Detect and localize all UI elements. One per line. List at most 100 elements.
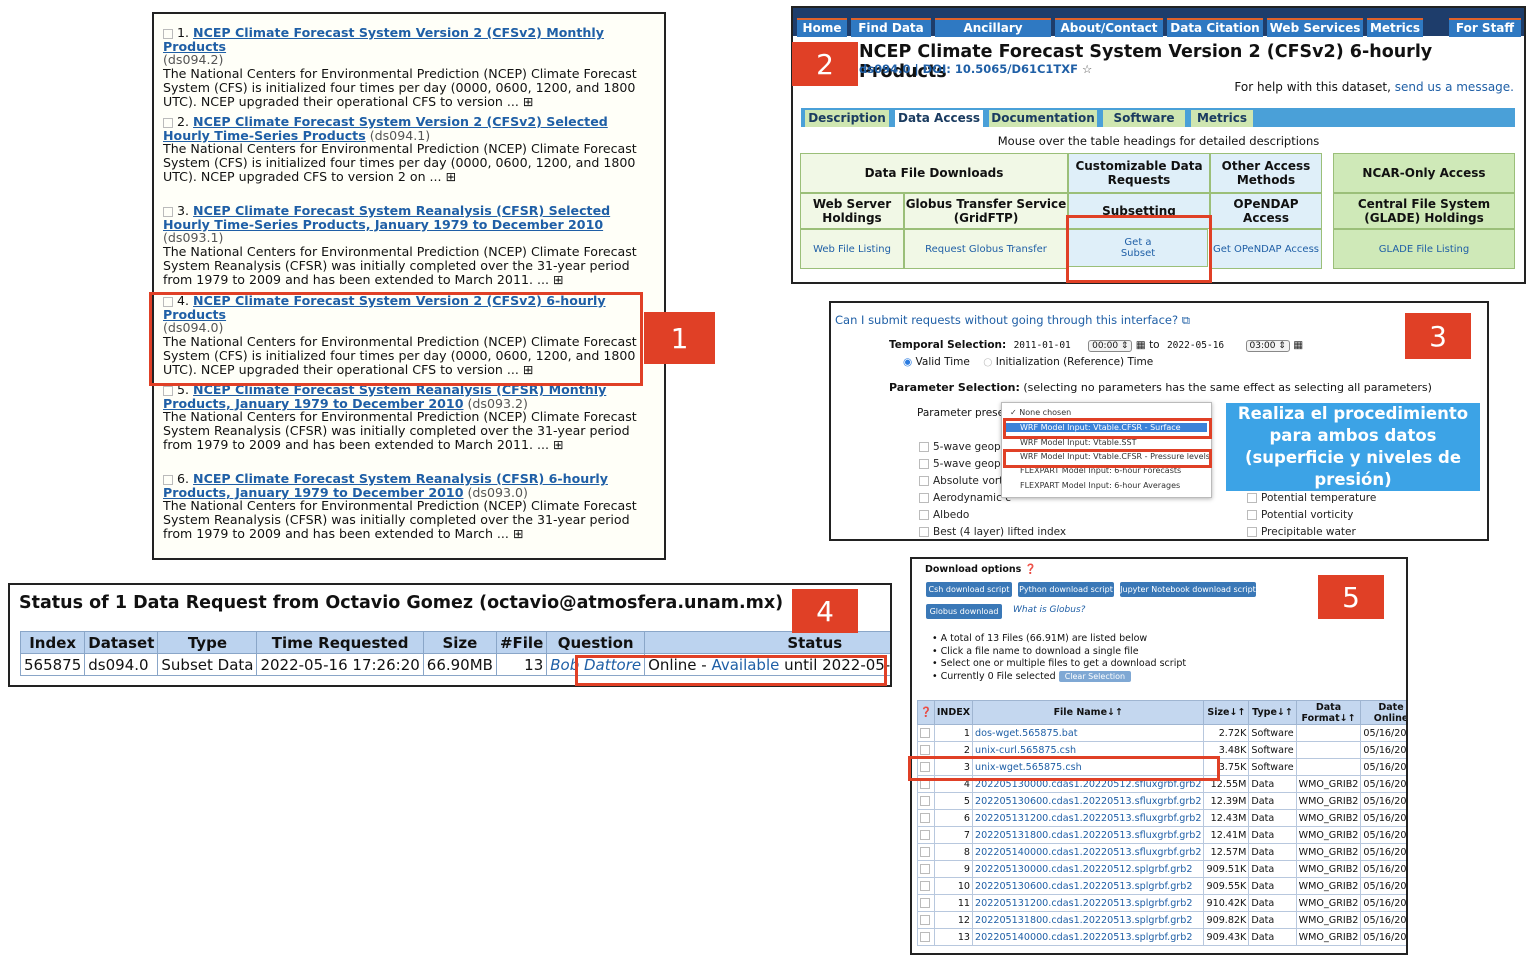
send-message-link[interactable]: send us a message.	[1395, 80, 1514, 94]
param-option[interactable]: Potential vorticity	[1247, 507, 1376, 524]
tab-software[interactable]: Software	[1103, 110, 1185, 127]
request-globus-link[interactable]: Request Globus Transfer	[904, 229, 1068, 269]
dropdown-option-flexpart-averages[interactable]: FLEXPART Model Input: 6-hour Averages	[1020, 481, 1180, 490]
row-checkbox[interactable]	[917, 860, 935, 878]
web-file-listing-link[interactable]: Web File Listing	[800, 229, 904, 269]
col-type[interactable]: Type	[157, 631, 258, 654]
col-index[interactable]: Index	[19, 631, 86, 654]
result-checkbox[interactable]	[163, 385, 173, 396]
nav-find-data[interactable]: Find Data	[851, 18, 931, 37]
time-to-select[interactable]: 03:00 ⇕	[1245, 340, 1290, 352]
tab-metrics[interactable]: Metrics	[1191, 110, 1253, 127]
nav-for-staff[interactable]: For Staff	[1449, 18, 1521, 37]
col-question[interactable]: Question	[546, 631, 646, 654]
nav-citation[interactable]: Data Citation	[1167, 18, 1263, 37]
jupyter-script-button[interactable]: Jupyter Notebook download script	[1120, 582, 1256, 597]
nav-home[interactable]: Home	[797, 18, 847, 37]
help-icon[interactable]: ❓	[1025, 564, 1037, 575]
row-checkbox[interactable]	[917, 894, 935, 912]
file-name-link[interactable]: 202205131200.cdas1.20220513.sfluxgrbf.gr…	[972, 809, 1205, 827]
col-index[interactable]: INDEX	[933, 700, 974, 725]
result-title-link[interactable]: NCEP Climate Forecast System Reanalysis …	[163, 203, 610, 232]
cell-index: 13	[933, 928, 974, 946]
tab-description[interactable]: Description	[805, 110, 889, 127]
what-is-globus-link[interactable]: What is Globus?	[1013, 605, 1085, 615]
param-option[interactable]: Precipitable water	[1247, 524, 1376, 539]
star-icon[interactable]: ☆	[1082, 62, 1092, 76]
row-checkbox[interactable]	[917, 928, 935, 946]
radio-init-time[interactable]: ○	[983, 356, 992, 368]
row-checkbox[interactable]	[917, 792, 935, 810]
group-ncar-only: NCAR-Only Access	[1333, 153, 1515, 193]
col-date[interactable]: Date Online	[1360, 700, 1406, 725]
param-option[interactable]: Albedo	[919, 507, 1066, 524]
globus-download-button[interactable]: Globus download	[926, 604, 1002, 619]
col-size[interactable]: Size↓↑	[1203, 700, 1250, 725]
result-checkbox[interactable]	[163, 206, 173, 217]
python-script-button[interactable]: Python download script	[1018, 582, 1114, 597]
col-format[interactable]: Data Format↓↑	[1295, 700, 1362, 725]
col-dataset[interactable]: Dataset	[84, 631, 159, 654]
col-size[interactable]: Size	[422, 631, 497, 654]
date-from-input[interactable]: 2011-01-01	[1014, 340, 1071, 351]
select-all-checkbox[interactable]: ❓	[917, 700, 935, 725]
col-status[interactable]: Status	[644, 631, 890, 654]
time-from-select[interactable]: 00:00 ⇕	[1088, 340, 1133, 352]
row-checkbox[interactable]	[917, 724, 935, 742]
clear-selection-button[interactable]: Clear Selection	[1058, 670, 1132, 682]
result-title-link[interactable]: NCEP Climate Forecast System Reanalysis …	[163, 471, 608, 500]
expand-icon[interactable]: ⊞	[446, 169, 457, 184]
row-checkbox[interactable]	[917, 911, 935, 929]
dropdown-option-none[interactable]: ✓ None chosen	[1010, 408, 1071, 417]
result-title-link[interactable]: NCEP Climate Forecast System Reanalysis …	[163, 382, 606, 411]
csh-script-button[interactable]: Csh download script	[926, 582, 1012, 597]
expand-icon[interactable]: ⊞	[553, 437, 564, 452]
col-file-name[interactable]: File Name↓↑	[972, 700, 1205, 725]
table-header-row: Index Dataset Type Time Requested Size #…	[19, 631, 890, 654]
file-name-link[interactable]: 202205140000.cdas1.20220513.sfluxgrbf.gr…	[972, 843, 1205, 861]
nav-web-services[interactable]: Web Services	[1267, 18, 1363, 37]
result-checkbox[interactable]	[163, 28, 173, 39]
file-name-link[interactable]: 202205140000.cdas1.20220513.splgrbf.grb2	[972, 928, 1205, 946]
file-name-link[interactable]: 202205130000.cdas1.20220512.splgrbf.grb2	[972, 860, 1205, 878]
col-files[interactable]: #File	[495, 631, 548, 654]
cell-date: 05/16/2022	[1360, 843, 1406, 861]
cell-date: 05/16/2022	[1360, 792, 1406, 810]
param-option[interactable]: Potential temperature	[1247, 490, 1376, 507]
file-name-link[interactable]: 202205131800.cdas1.20220513.sfluxgrbf.gr…	[972, 826, 1205, 844]
table-row: 9 202205130000.cdas1.20220512.splgrbf.grb…	[917, 860, 1406, 878]
col-type[interactable]: Type↓↑	[1248, 700, 1297, 725]
interface-question-link[interactable]: Can I submit requests without going thro…	[835, 313, 1190, 328]
nav-ancillary[interactable]: Ancillary Services	[935, 18, 1051, 52]
question-text[interactable]: Can I submit requests without going thro…	[835, 313, 1178, 327]
tab-documentation[interactable]: Documentation	[989, 110, 1097, 127]
file-name-link[interactable]: 202205130600.cdas1.20220513.splgrbf.grb2	[972, 877, 1205, 895]
tab-data-access[interactable]: Data Access	[895, 110, 983, 127]
col-time[interactable]: Time Requested	[256, 631, 424, 654]
expand-icon[interactable]: ⊞	[513, 526, 524, 541]
file-name-link[interactable]: 202205131800.cdas1.20220513.splgrbf.grb2	[972, 911, 1205, 929]
nav-metrics[interactable]: Metrics	[1367, 18, 1423, 37]
date-to-input[interactable]: 2022-05-16	[1167, 340, 1224, 351]
nav-about[interactable]: About/Contact	[1055, 18, 1163, 37]
row-checkbox[interactable]	[917, 877, 935, 895]
calendar-icon[interactable]: ▦	[1136, 339, 1146, 351]
row-checkbox[interactable]	[917, 809, 935, 827]
glade-listing-link[interactable]: GLADE File Listing	[1333, 229, 1515, 269]
param-option[interactable]: Best (4 layer) lifted index	[919, 524, 1066, 539]
row-checkbox[interactable]	[917, 826, 935, 844]
calendar-icon[interactable]: ▦	[1293, 339, 1303, 351]
file-name-link[interactable]: dos-wget.565875.bat	[972, 724, 1205, 742]
expand-icon[interactable]: ⊞	[523, 94, 534, 109]
file-name-link[interactable]: 202205130600.cdas1.20220513.sfluxgrbf.gr…	[972, 792, 1205, 810]
expand-icon[interactable]: ⊞	[553, 272, 564, 287]
file-name-link[interactable]: 202205131200.cdas1.20220513.splgrbf.grb2	[972, 894, 1205, 912]
cell-type: Data	[1248, 826, 1297, 844]
dropdown-option-sst[interactable]: WRF Model Input: Vtable.SST	[1020, 438, 1136, 447]
radio-valid-time[interactable]: ◉	[903, 356, 912, 368]
result-checkbox[interactable]	[163, 117, 173, 128]
opendap-access-link[interactable]: Get OPeNDAP Access	[1210, 229, 1322, 269]
result-checkbox[interactable]	[163, 474, 173, 485]
result-title-link[interactable]: NCEP Climate Forecast System Version 2 (…	[163, 25, 604, 54]
row-checkbox[interactable]	[917, 843, 935, 861]
